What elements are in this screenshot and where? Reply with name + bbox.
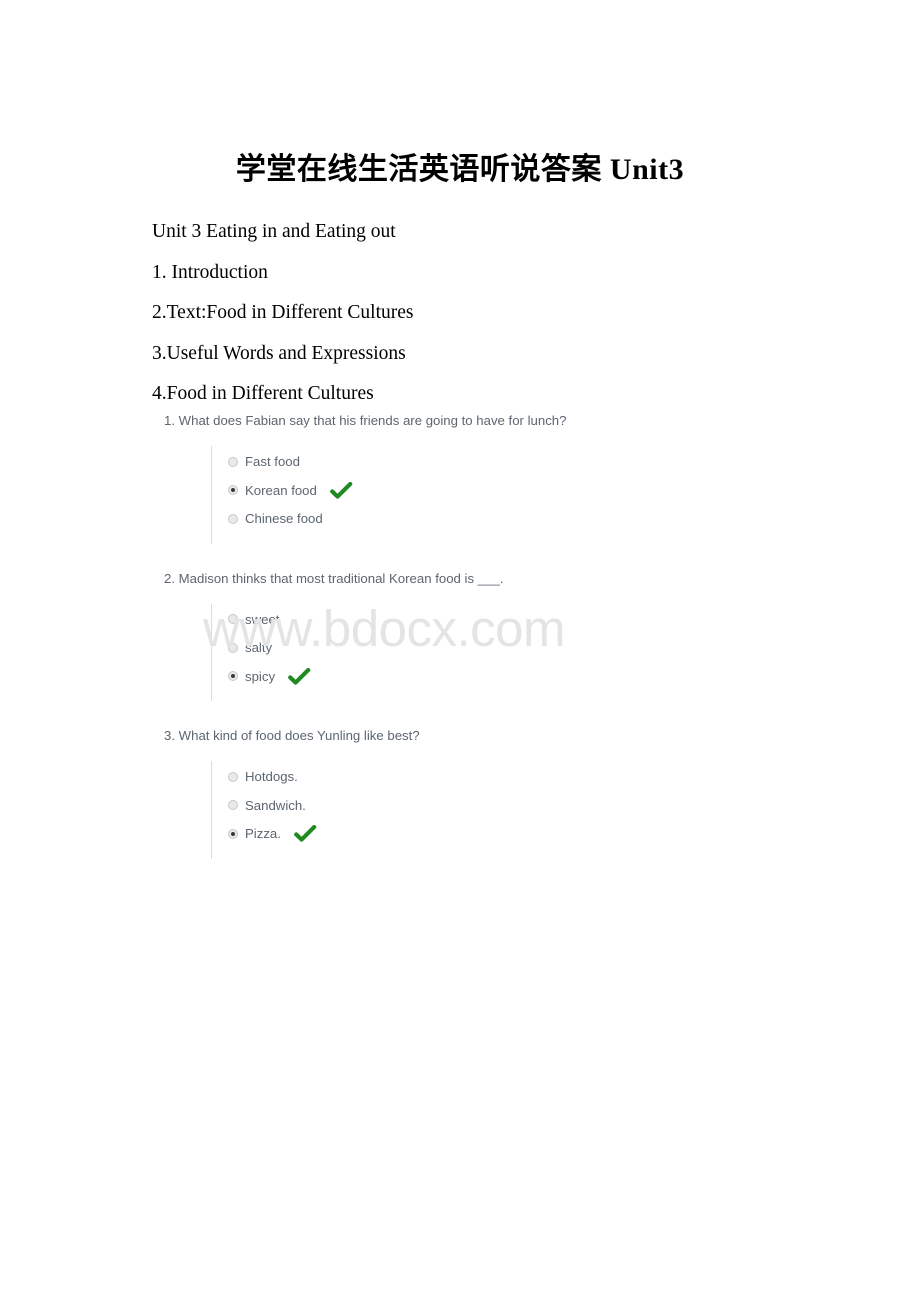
question-text: 3. What kind of food does Yunling like b… (164, 728, 420, 743)
radio-button-selected-icon[interactable] (228, 671, 238, 682)
option-row[interactable]: Chinese food (228, 505, 920, 534)
option-row[interactable]: Fast food (228, 448, 920, 477)
option-row[interactable]: Hotdogs. (228, 763, 920, 792)
question-text: 1. What does Fabian say that his friends… (164, 413, 567, 428)
question-block: 1. What does Fabian say that his friends… (0, 412, 920, 544)
document-body: Unit 3 Eating in and Eating out 1. Intro… (152, 212, 792, 415)
option-label: Pizza. (245, 826, 281, 842)
option-row[interactable]: salty (228, 634, 920, 663)
page-title: 学堂在线生活英语听说答案 Unit3 (235, 153, 685, 186)
option-label: Sandwich. (245, 797, 306, 813)
option-label: Fast food (245, 454, 300, 470)
option-group: sweet salty spicy (211, 603, 920, 701)
option-row[interactable]: Korean food (228, 477, 920, 506)
correct-answer-check-icon (288, 667, 311, 686)
radio-button-selected-icon[interactable] (228, 485, 238, 496)
question-block: 3. What kind of food does Yunling like b… (0, 727, 920, 859)
body-line: Unit 3 Eating in and Eating out (152, 221, 396, 242)
option-label: Chinese food (245, 511, 323, 527)
radio-button-selected-icon[interactable] (228, 828, 238, 839)
option-label: Hotdogs. (245, 769, 298, 785)
option-row[interactable]: spicy (228, 663, 920, 692)
quiz-screenshot: 1. What does Fabian say that his friends… (0, 412, 920, 885)
radio-button-icon[interactable] (228, 513, 238, 524)
body-line: 1. Introduction (152, 261, 268, 283)
radio-button-icon[interactable] (228, 642, 238, 653)
radio-button-icon[interactable] (228, 771, 238, 782)
option-label: sweet (245, 611, 280, 627)
question-block: 2. Madison thinks that most traditional … (0, 570, 920, 701)
correct-answer-check-icon (294, 825, 317, 843)
option-group: Hotdogs. Sandwich. Pizza. (211, 761, 920, 859)
correct-answer-check-icon (330, 481, 353, 500)
option-label: Korean food (245, 482, 317, 498)
option-row[interactable]: Sandwich. (228, 792, 920, 821)
option-label: spicy (245, 668, 276, 684)
option-label: salty (245, 640, 273, 656)
option-row[interactable]: sweet (228, 606, 920, 635)
body-line: 2.Text:Food in Different Cultures (152, 302, 414, 323)
radio-button-icon[interactable] (228, 800, 238, 811)
body-line: 4.Food in Different Cultures (152, 383, 374, 404)
radio-button-icon[interactable] (228, 614, 238, 625)
option-row[interactable]: Pizza. (228, 820, 920, 849)
option-group: Fast food Korean food Chinese food (211, 446, 920, 544)
document-page: 学堂在线生活英语听说答案 Unit3 Unit 3 Eating in and … (0, 0, 920, 1302)
question-text: 2. Madison thinks that most traditional … (164, 570, 504, 586)
body-line: 3.Useful Words and Expressions (152, 342, 406, 364)
radio-button-icon[interactable] (228, 456, 238, 467)
